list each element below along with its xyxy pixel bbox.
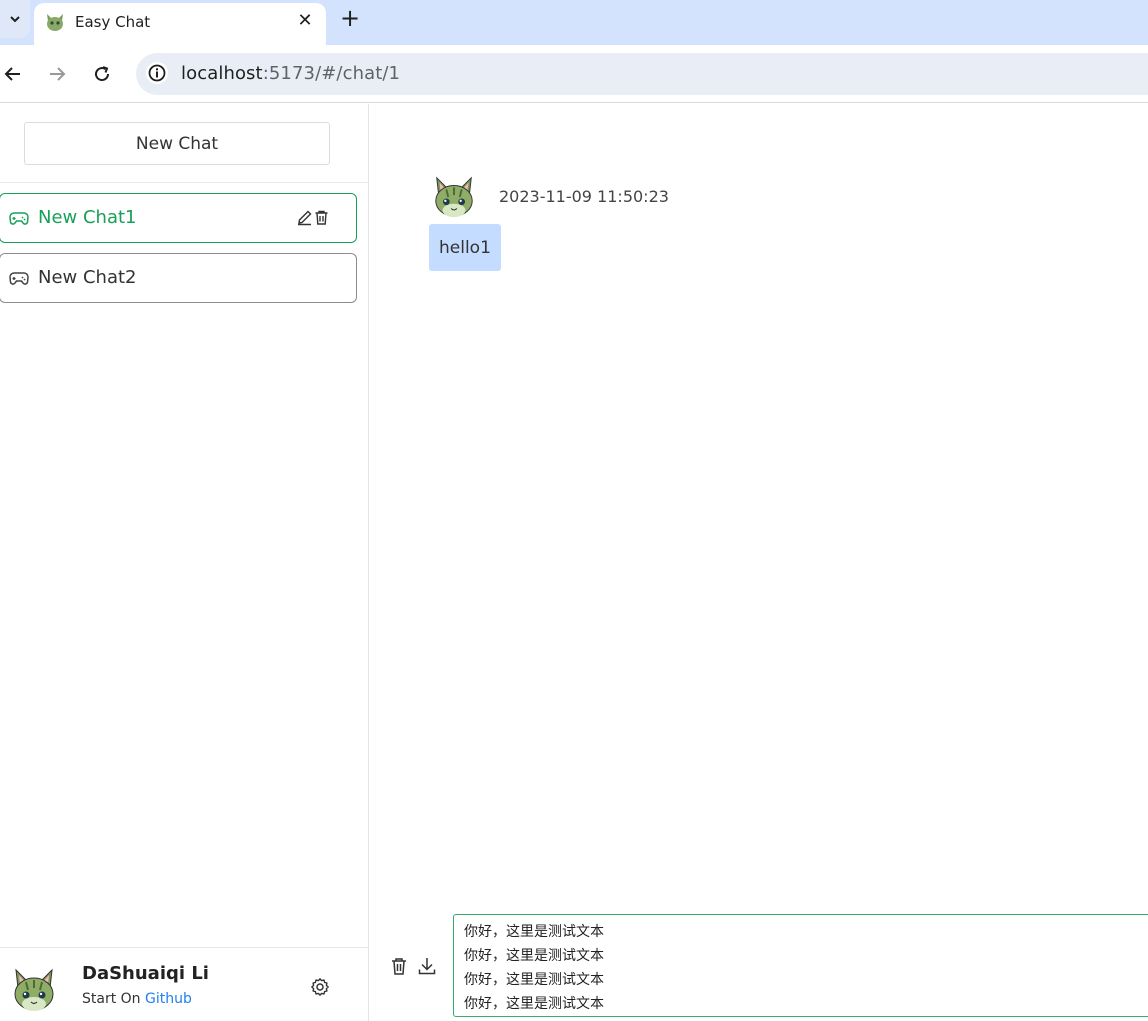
tab-search-button[interactable] (0, 0, 30, 38)
site-info-button[interactable] (146, 62, 168, 84)
cat-favicon-icon (47, 14, 63, 31)
user-panel: DaShuaiqi Li Start On Github (0, 947, 368, 1021)
browser-tab[interactable]: Easy Chat ✕ (34, 3, 326, 45)
gear-icon[interactable] (310, 977, 330, 997)
url-text[interactable]: localhost:5173/#/chat/1 (181, 63, 400, 84)
new-tab-icon[interactable]: + (338, 6, 362, 30)
close-tab-icon[interactable]: ✕ (295, 11, 315, 31)
user-name: DaShuaiqi Li (82, 963, 209, 984)
reload-button[interactable] (89, 61, 115, 87)
trash-icon[interactable] (389, 956, 409, 976)
chat-item[interactable]: New Chat1 (0, 193, 357, 243)
chat-item-label: New Chat2 (38, 267, 137, 288)
message-timestamp: 2023-11-09 11:50:23 (499, 187, 669, 206)
gamepad-icon (9, 212, 29, 225)
reload-icon (95, 66, 110, 82)
user-subtitle: Start On Github (82, 991, 192, 1007)
edit-icon[interactable] (296, 209, 313, 226)
new-chat-button[interactable]: New Chat (24, 122, 330, 165)
sidebar: New Chat New Chat1 New Chat2 DaShuaiqi L… (0, 104, 369, 1021)
user-subtitle-prefix: Start On (82, 991, 145, 1007)
chat-panel: 2023-11-09 11:50:23 hello1 你好，这里是测试文本 你好… (369, 104, 1148, 1021)
url-path: :5173/#/chat/1 (262, 63, 401, 84)
forward-button[interactable] (44, 61, 70, 87)
arrow-left-icon (4, 67, 20, 81)
browser-toolbar: localhost:5173/#/chat/1 (0, 45, 1148, 103)
divider (0, 182, 368, 183)
trash-icon[interactable] (313, 209, 330, 226)
arrow-right-icon (50, 67, 66, 81)
tab-title: Easy Chat (75, 13, 151, 31)
download-icon[interactable] (417, 956, 437, 976)
chevron-down-icon (10, 16, 20, 23)
cat-avatar-icon (435, 176, 473, 218)
github-link[interactable]: Github (145, 991, 192, 1007)
browser-tab-strip: Easy Chat ✕ + (0, 0, 1148, 45)
cat-avatar-icon (14, 968, 54, 1011)
message-input[interactable]: 你好，这里是测试文本 你好，这里是测试文本 你好，这里是测试文本 你好，这里是测… (453, 914, 1148, 1017)
url-host: localhost (181, 63, 263, 84)
gamepad-icon (9, 272, 29, 285)
back-button[interactable] (0, 61, 26, 87)
message-bubble: hello1 (429, 224, 501, 271)
info-icon (148, 64, 166, 82)
input-toolbar (389, 956, 439, 978)
chat-item[interactable]: New Chat2 (0, 253, 357, 303)
chat-item-label: New Chat1 (38, 207, 137, 228)
